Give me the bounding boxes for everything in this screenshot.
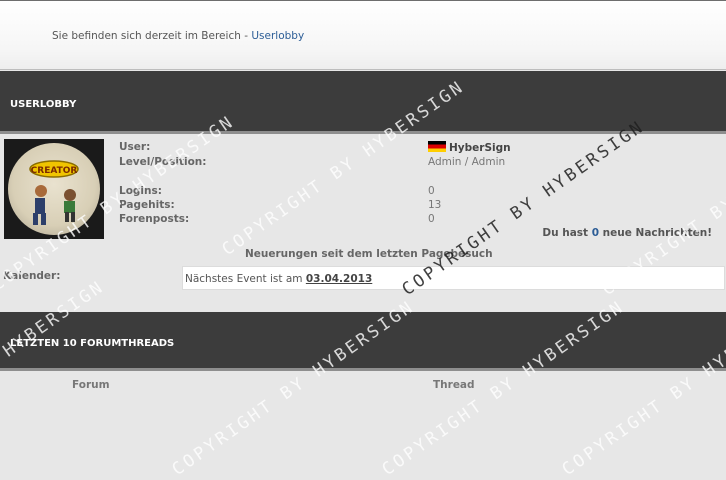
level-label: Level/Position: [119,156,207,168]
column-header-thread: Thread [433,379,475,391]
forenposts-value: 0 [428,213,435,225]
threads-section-header: LETZTEN 10 FORUMTHREADS [0,312,726,371]
new-messages-notice[interactable]: Du hast 0 neue Nachrichten! [542,227,712,239]
calendar-event-prefix: Nächstes Event ist am [185,273,306,285]
calendar-event-text: Nächstes Event ist am 03.04.2013 [185,273,372,285]
avatar-image: CREATOR [8,143,100,235]
userlobby-section-header: USERLOBBY [0,71,726,134]
threads-title: LETZTEN 10 FORUMTHREADS [10,338,175,349]
breadcrumb-prefix: Sie befinden sich derzeit im Bereich - [52,30,252,42]
username-link[interactable]: HyberSign [449,142,511,154]
german-flag-icon [428,141,446,152]
messages-prefix: Du hast [542,227,592,239]
avatar-caption: CREATOR [31,166,78,176]
forenposts-label: Forenposts: [119,213,190,225]
avatar: CREATOR [4,139,104,239]
messages-count: 0 [591,227,600,239]
user-value: HyberSign [428,141,511,154]
breadcrumb: Sie befinden sich derzeit im Bereich - U… [52,30,304,42]
messages-suffix: neue Nachrichten! [599,227,712,239]
breadcrumb-bar: Sie befinden sich derzeit im Bereich - U… [0,0,726,70]
calendar-event-date-link[interactable]: 03.04.2013 [306,273,372,285]
changes-heading: Neuerungen seit dem letzten Pagebesuch [245,248,493,260]
avatar-illustration: CREATOR [29,160,79,225]
breadcrumb-link-userlobby[interactable]: Userlobby [251,30,304,42]
logins-label: Logins: [119,185,162,197]
calendar-event-box: Nächstes Event ist am 03.04.2013 [182,266,725,290]
column-header-forum: Forum [72,379,110,391]
logins-value: 0 [428,185,435,197]
calendar-label: Kalender: [3,270,61,282]
pagehits-value: 13 [428,199,442,211]
user-label: User: [119,141,151,153]
level-value: Admin / Admin [428,156,506,168]
pagehits-label: Pagehits: [119,199,175,211]
userlobby-title: USERLOBBY [10,99,77,110]
